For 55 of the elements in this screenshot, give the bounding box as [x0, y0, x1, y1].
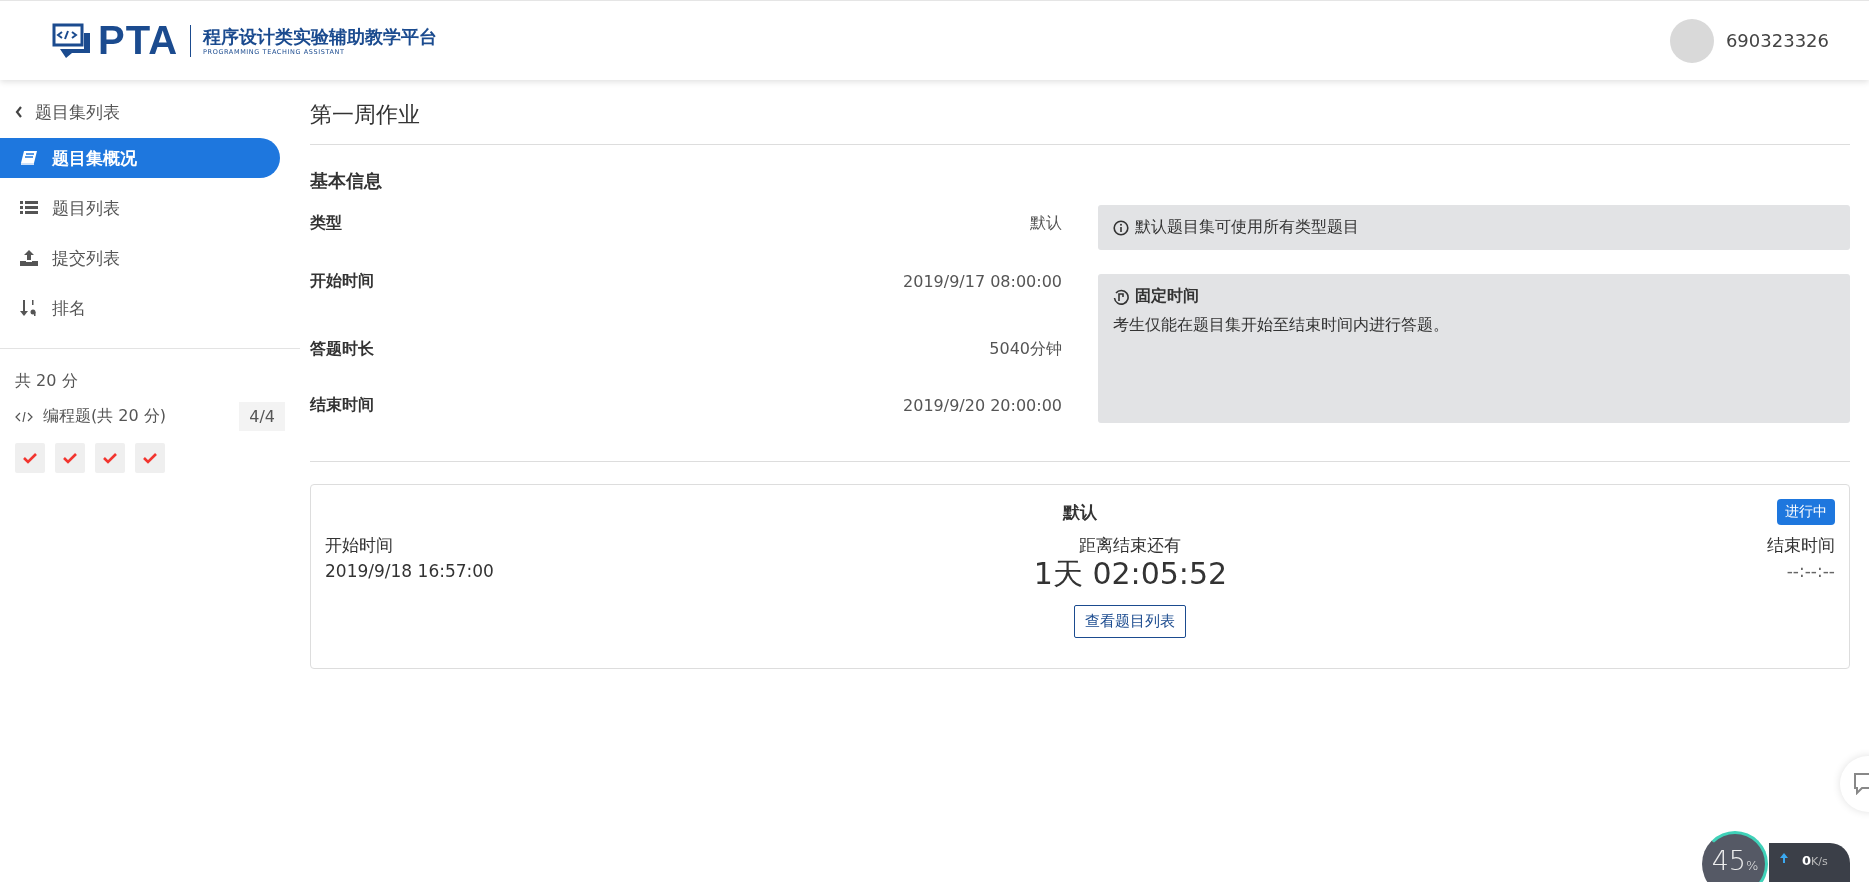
total-score: 共 20 分	[14, 370, 79, 392]
sort-icon	[20, 299, 38, 317]
field-label: 答题时长	[310, 338, 374, 360]
logo-text: PTA	[98, 18, 179, 63]
panel-text: 考生仅能在题目集开始至结束时间内进行答题。	[1113, 315, 1450, 336]
logo-title: 程序设计类实验辅助教学平台	[203, 25, 438, 48]
card-title: 默认	[1063, 501, 1097, 524]
field-value: 5040分钟	[989, 338, 1062, 360]
check-icon	[143, 452, 157, 464]
countdown-label: 距离结束还有	[1079, 534, 1182, 557]
status-badge: 进行中	[1777, 499, 1835, 525]
sidebar-item[interactable]: 题目集概况	[0, 138, 280, 178]
section-title: 基本信息	[310, 169, 383, 193]
problem-status-button[interactable]	[55, 443, 85, 473]
speed-widget[interactable]: 0K/s	[1769, 843, 1850, 882]
clock-icon	[1113, 288, 1129, 305]
arrow-up-icon	[1780, 853, 1788, 863]
sidebar-item[interactable]: 题目列表	[0, 188, 280, 228]
memory-gauge[interactable]: 45%	[1702, 831, 1768, 882]
start-label: 开始时间	[325, 534, 394, 557]
upload-speed: 0K/s	[1802, 853, 1828, 868]
problem-status-button[interactable]	[95, 443, 125, 473]
field-value: 2019/9/17 08:00:00	[903, 271, 1062, 291]
field-label: 结束时间	[310, 394, 374, 416]
field-label: 开始时间	[310, 270, 374, 292]
code-chat-icon	[52, 22, 92, 59]
info-icon	[1113, 219, 1129, 236]
upload-icon	[20, 250, 38, 266]
book-icon	[20, 150, 38, 166]
sidebar-item[interactable]: 提交列表	[0, 238, 280, 278]
chevron-left-icon	[15, 106, 23, 118]
end-value: --:--:--	[1786, 561, 1835, 581]
problem-status-button[interactable]	[15, 443, 45, 473]
view-problems-button[interactable]: 查看题目列表	[1074, 605, 1187, 638]
list-icon	[20, 200, 38, 216]
field-value: 默认	[1030, 212, 1062, 234]
start-value: 2019/9/18 16:57:00	[325, 561, 494, 581]
check-icon	[63, 452, 77, 464]
problem-group-label: 编程题(共 20 分)	[43, 406, 167, 427]
check-icon	[23, 452, 37, 464]
problem-status-button[interactable]	[135, 443, 165, 473]
info-text: 默认题目集可使用所有类型题目	[1135, 217, 1359, 238]
sidebar-item[interactable]: 排名	[0, 288, 280, 328]
end-label: 结束时间	[1767, 534, 1835, 557]
field-value: 2019/9/20 20:00:00	[903, 395, 1062, 415]
username[interactable]: 690323326	[1725, 30, 1829, 51]
check-icon	[103, 452, 117, 464]
code-icon	[15, 410, 33, 423]
speech-bubble-icon	[1854, 773, 1869, 795]
countdown-value: 1天 02:05:52	[1033, 557, 1228, 591]
page-title: 第一周作业	[310, 80, 1850, 145]
back-link[interactable]: 题目集列表	[0, 96, 300, 128]
count-badge: 4/4	[239, 402, 285, 431]
field-label: 类型	[310, 212, 342, 234]
panel-title: 固定时间	[1135, 286, 1199, 307]
